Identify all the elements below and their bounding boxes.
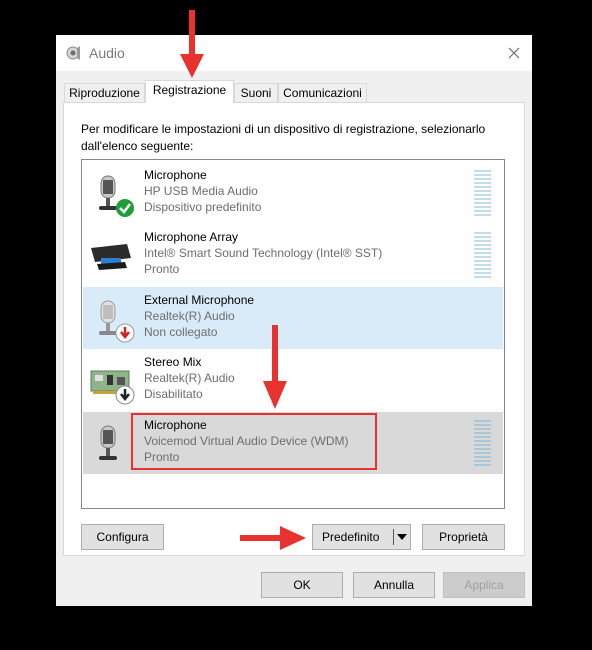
device-description: Realtek(R) Audio [144, 371, 235, 385]
mic-array-icon [91, 244, 131, 270]
chevron-down-icon[interactable] [397, 534, 407, 540]
device-status: Disabilitato [144, 387, 203, 401]
device-name: Microphone Array [144, 230, 239, 244]
device-item[interactable]: External Microphone Realtek(R) Audio Non… [83, 287, 503, 349]
properties-button[interactable]: Proprietà [422, 524, 505, 550]
recording-panel: Per modificare le impostazioni di un dis… [63, 102, 525, 556]
device-status: Non collegato [144, 325, 218, 339]
arrow-down-icon [263, 325, 287, 409]
window-title: Audio [89, 45, 125, 61]
tab-registrazione[interactable]: Registrazione [145, 80, 234, 103]
device-name: External Microphone [144, 293, 255, 307]
disabled-icon [115, 385, 135, 405]
tab-riproduzione[interactable]: Riproduzione [64, 83, 145, 102]
unplugged-icon [115, 323, 135, 343]
tab-comunicazioni[interactable]: Comunicazioni [278, 83, 367, 102]
split-separator [393, 529, 394, 545]
ok-button[interactable]: OK [261, 572, 343, 598]
tab-suoni[interactable]: Suoni [234, 83, 278, 102]
device-item[interactable]: Stereo Mix Realtek(R) Audio Disabilitato [83, 349, 503, 411]
level-meter [474, 232, 491, 278]
set-default-button[interactable]: Predefinito [312, 524, 411, 550]
level-meter [474, 170, 491, 216]
highlight-box [131, 413, 377, 470]
arrow-right-icon [240, 526, 306, 550]
intro-text: Per modificare le impostazioni di un dis… [81, 122, 486, 153]
arrow-down-icon [180, 10, 204, 78]
set-default-label: Predefinito [322, 530, 380, 544]
speaker-icon [66, 46, 80, 60]
apply-button: Applica [443, 572, 525, 598]
device-status: Dispositivo predefinito [144, 200, 262, 214]
configure-button[interactable]: Configura [81, 524, 164, 550]
title-bar: Audio [56, 35, 532, 71]
device-item[interactable]: Microphone HP USB Media Audio Dispositiv… [83, 162, 503, 224]
close-icon[interactable] [502, 41, 526, 65]
device-description: Intel® Smart Sound Technology (Intel® SS… [144, 246, 383, 260]
microphone-icon [99, 425, 117, 460]
device-item[interactable]: Microphone Array Intel® Smart Sound Tech… [83, 224, 503, 286]
device-description: HP USB Media Audio [144, 184, 258, 198]
cancel-button[interactable]: Annulla [353, 572, 435, 598]
device-description: Realtek(R) Audio [144, 309, 235, 323]
audio-dialog: Audio Riproduzione Registrazione Suoni C… [56, 35, 532, 606]
device-name: Microphone [144, 168, 207, 182]
level-meter [474, 420, 491, 466]
device-status: Pronto [144, 262, 180, 276]
device-name: Stereo Mix [144, 355, 202, 369]
default-check-icon [116, 199, 134, 217]
